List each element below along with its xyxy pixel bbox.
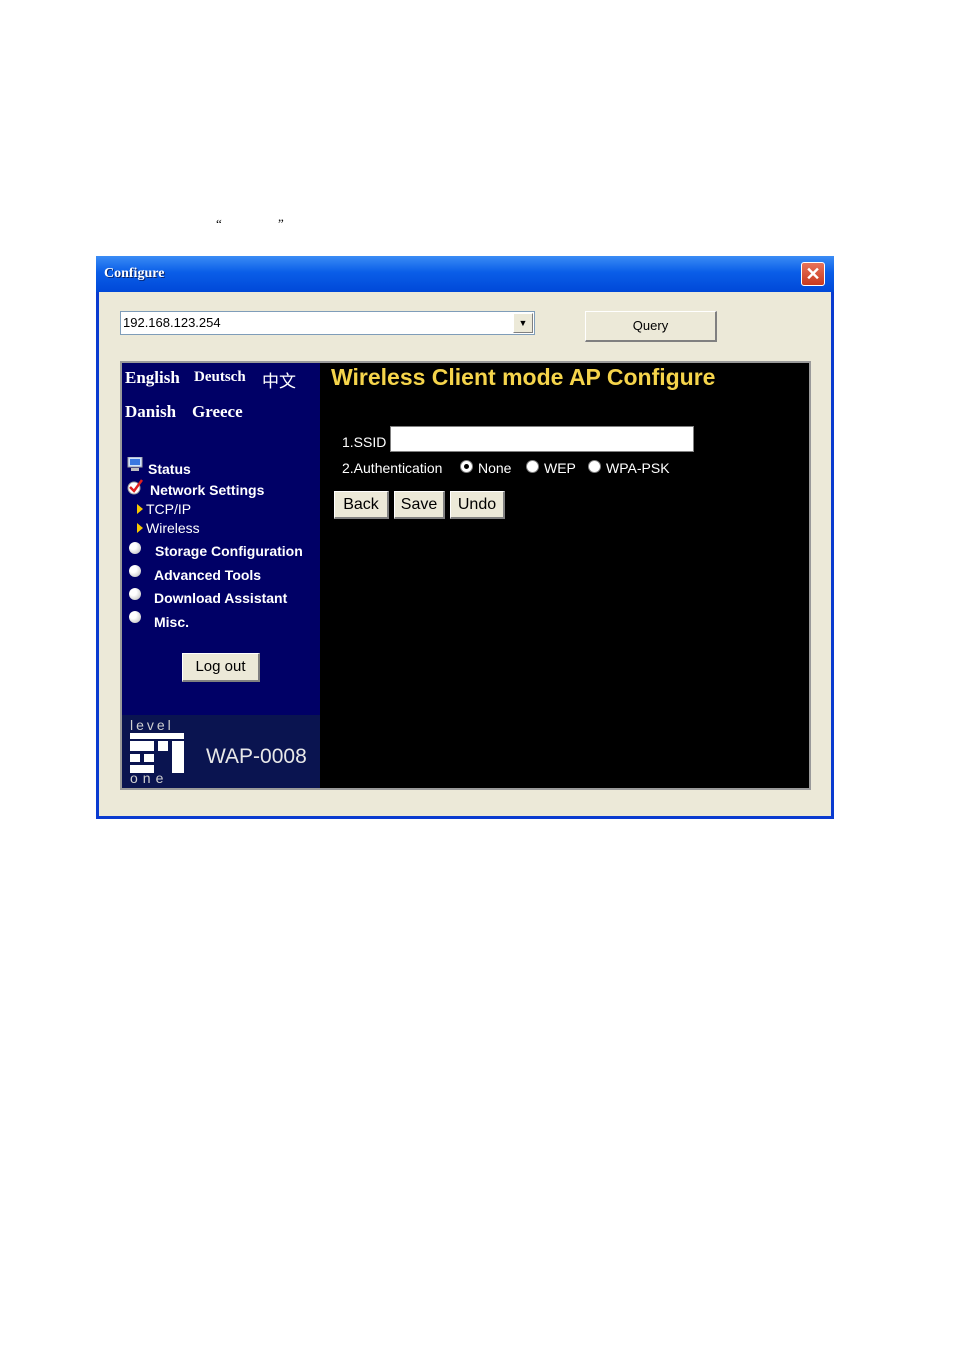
close-button[interactable]: ✕ <box>801 262 825 286</box>
auth-radio-none[interactable] <box>460 460 473 473</box>
window-title: Configure <box>104 266 165 281</box>
lang-greece[interactable]: Greece <box>192 402 243 422</box>
web-config-frame: English Deutsch 中文 Danish Greece Status … <box>120 361 811 790</box>
lang-english[interactable]: English <box>125 368 180 388</box>
menu-download-assistant[interactable]: Download Assistant <box>154 590 287 606</box>
window-client-area: 192.168.123.254 ▼ Query English Deutsch … <box>99 292 831 816</box>
menu-storage-configuration[interactable]: Storage Configuration <box>155 543 303 559</box>
lang-deutsch[interactable]: Deutsch <box>194 369 246 386</box>
monitor-icon <box>127 457 143 471</box>
ip-address-combobox[interactable]: 192.168.123.254 ▼ <box>120 311 535 335</box>
levelone-logo-icon <box>130 733 184 773</box>
title-bar[interactable]: Configure ✕ <box>96 256 834 292</box>
settings-check-icon <box>127 479 143 495</box>
submenu-tcpip-label: TCP/IP <box>146 501 192 517</box>
configure-window: Configure ✕ 192.168.123.254 ▼ Query Engl… <box>96 256 834 819</box>
auth-radio-wep[interactable] <box>526 460 539 473</box>
logout-button[interactable]: Log out <box>182 653 260 682</box>
back-button[interactable]: Back <box>334 491 389 519</box>
arrow-right-icon <box>137 504 143 514</box>
menu-advanced-tools[interactable]: Advanced Tools <box>154 567 261 583</box>
undo-button[interactable]: Undo <box>450 491 505 519</box>
bullet-icon <box>129 611 141 623</box>
save-button[interactable]: Save <box>394 491 445 519</box>
query-button[interactable]: Query <box>585 311 717 342</box>
submenu-wireless[interactable]: Wireless <box>137 520 200 536</box>
bullet-icon <box>129 565 141 577</box>
page-title: Wireless Client mode AP Configure <box>331 364 716 390</box>
ssid-input[interactable] <box>390 426 694 452</box>
auth-option-none-label: None <box>478 460 512 476</box>
menu-misc[interactable]: Misc. <box>154 614 189 630</box>
chevron-down-icon: ▼ <box>518 318 528 328</box>
bullet-icon <box>129 542 141 554</box>
logo-text-one: one <box>130 770 169 786</box>
dropdown-button[interactable]: ▼ <box>513 313 533 333</box>
auth-radio-wpa-psk[interactable] <box>588 460 601 473</box>
quote-marks: “ ” <box>216 216 284 232</box>
sidebar: English Deutsch 中文 Danish Greece Status … <box>122 363 320 788</box>
close-icon: ✕ <box>805 264 821 284</box>
auth-option-wpa-psk-label: WPA-PSK <box>606 460 670 476</box>
ssid-label: 1.SSID <box>342 434 387 450</box>
auth-option-wep-label: WEP <box>544 460 576 476</box>
logo-text-level: level <box>130 717 174 733</box>
menu-network-settings[interactable]: Network Settings <box>150 482 264 498</box>
close-quote: ” <box>278 216 284 231</box>
lang-danish[interactable]: Danish <box>125 402 176 422</box>
lang-chinese[interactable]: 中文 <box>262 367 296 392</box>
levelone-logo-area: level one WAP-0008 <box>122 715 320 788</box>
ip-address-value: 192.168.123.254 <box>123 315 221 330</box>
open-quote: “ <box>216 216 222 231</box>
arrow-right-icon <box>137 523 143 533</box>
submenu-tcpip[interactable]: TCP/IP <box>137 501 191 517</box>
model-name: WAP-0008 <box>206 745 307 768</box>
menu-status[interactable]: Status <box>148 461 191 477</box>
bullet-icon <box>129 588 141 600</box>
submenu-wireless-label: Wireless <box>146 520 200 536</box>
authentication-label: 2.Authentication <box>342 460 443 476</box>
